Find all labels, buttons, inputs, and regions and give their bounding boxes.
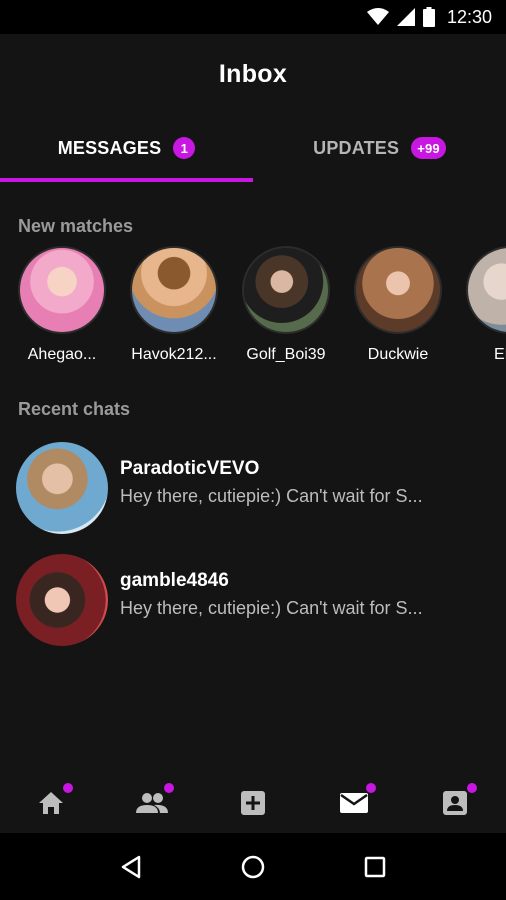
match-item[interactable]: ENT: [454, 246, 506, 364]
match-name: Golf_Boi39: [246, 346, 326, 363]
battery-icon: [422, 7, 435, 27]
nav-add[interactable]: [202, 773, 303, 833]
bottom-navigation: [0, 773, 506, 833]
status-time: 12:30: [446, 6, 492, 27]
home-circle-icon[interactable]: [240, 854, 266, 880]
match-item[interactable]: Ahegao...: [6, 246, 118, 364]
chat-name: ParadoticVEVO: [120, 458, 260, 479]
add-box-icon: [241, 791, 265, 815]
page-title: Inbox: [218, 59, 288, 88]
status-bar: 12:30: [0, 0, 506, 34]
chat-preview: Hey there, cutiepie:) Can't wait for S..…: [120, 486, 423, 506]
updates-count-badge: +99: [411, 137, 446, 159]
wifi-icon: [366, 8, 389, 25]
nav-home[interactable]: [0, 773, 101, 833]
recents-icon[interactable]: [363, 855, 387, 879]
mail-icon: [340, 793, 369, 813]
match-name: Duckwie: [367, 346, 429, 363]
back-icon[interactable]: [119, 854, 143, 880]
nav-messages[interactable]: [304, 773, 405, 833]
notification-dot: [163, 783, 174, 793]
messages-count-badge: 1: [173, 137, 196, 159]
avatar: [354, 246, 442, 334]
match-item[interactable]: Havok212...: [118, 246, 230, 364]
tab-updates[interactable]: UPDATES +99: [253, 114, 506, 182]
tab-bar: MESSAGES 1 UPDATES +99: [0, 114, 506, 182]
avatar: [466, 246, 506, 334]
new-matches-heading: New matches: [18, 216, 134, 236]
recent-chats-heading: Recent chats: [18, 399, 131, 419]
tab-updates-label: UPDATES: [313, 137, 400, 158]
avatar: [18, 246, 106, 334]
avatar: [16, 442, 108, 534]
match-name: Ahegao...: [27, 346, 97, 363]
chat-name: gamble4846: [120, 570, 229, 591]
chat-preview: Hey there, cutiepie:) Can't wait for S..…: [120, 598, 423, 618]
system-navigation-bar: [0, 833, 506, 900]
new-matches-carousel[interactable]: Ahegao... Havok212... Golf_Boi39 Duckwie…: [0, 246, 506, 374]
active-tab-indicator: [0, 178, 253, 182]
tab-messages-label: MESSAGES: [57, 137, 162, 158]
avatar: [242, 246, 330, 334]
app-bar: Inbox: [0, 34, 506, 114]
chat-row[interactable]: gamble4846 Hey there, cutiepie:) Can't w…: [0, 554, 506, 650]
match-item[interactable]: Golf_Boi39: [230, 246, 342, 364]
people-icon: [135, 793, 168, 813]
chat-row[interactable]: ParadoticVEVO Hey there, cutiepie:) Can'…: [0, 442, 506, 538]
match-name: ENT: [494, 346, 506, 363]
avatar: [130, 246, 218, 334]
home-icon: [38, 792, 63, 814]
notification-dot: [366, 783, 377, 793]
notification-dot: [62, 783, 73, 793]
match-item[interactable]: Duckwie: [342, 246, 454, 364]
avatar: [16, 554, 108, 646]
cellular-icon: [396, 8, 415, 26]
nav-people[interactable]: [101, 773, 202, 833]
tab-messages[interactable]: MESSAGES 1: [0, 114, 253, 182]
nav-profile[interactable]: [405, 773, 506, 833]
profile-card-icon: [443, 791, 468, 815]
match-name: Havok212...: [131, 346, 217, 363]
notification-dot: [467, 783, 478, 793]
